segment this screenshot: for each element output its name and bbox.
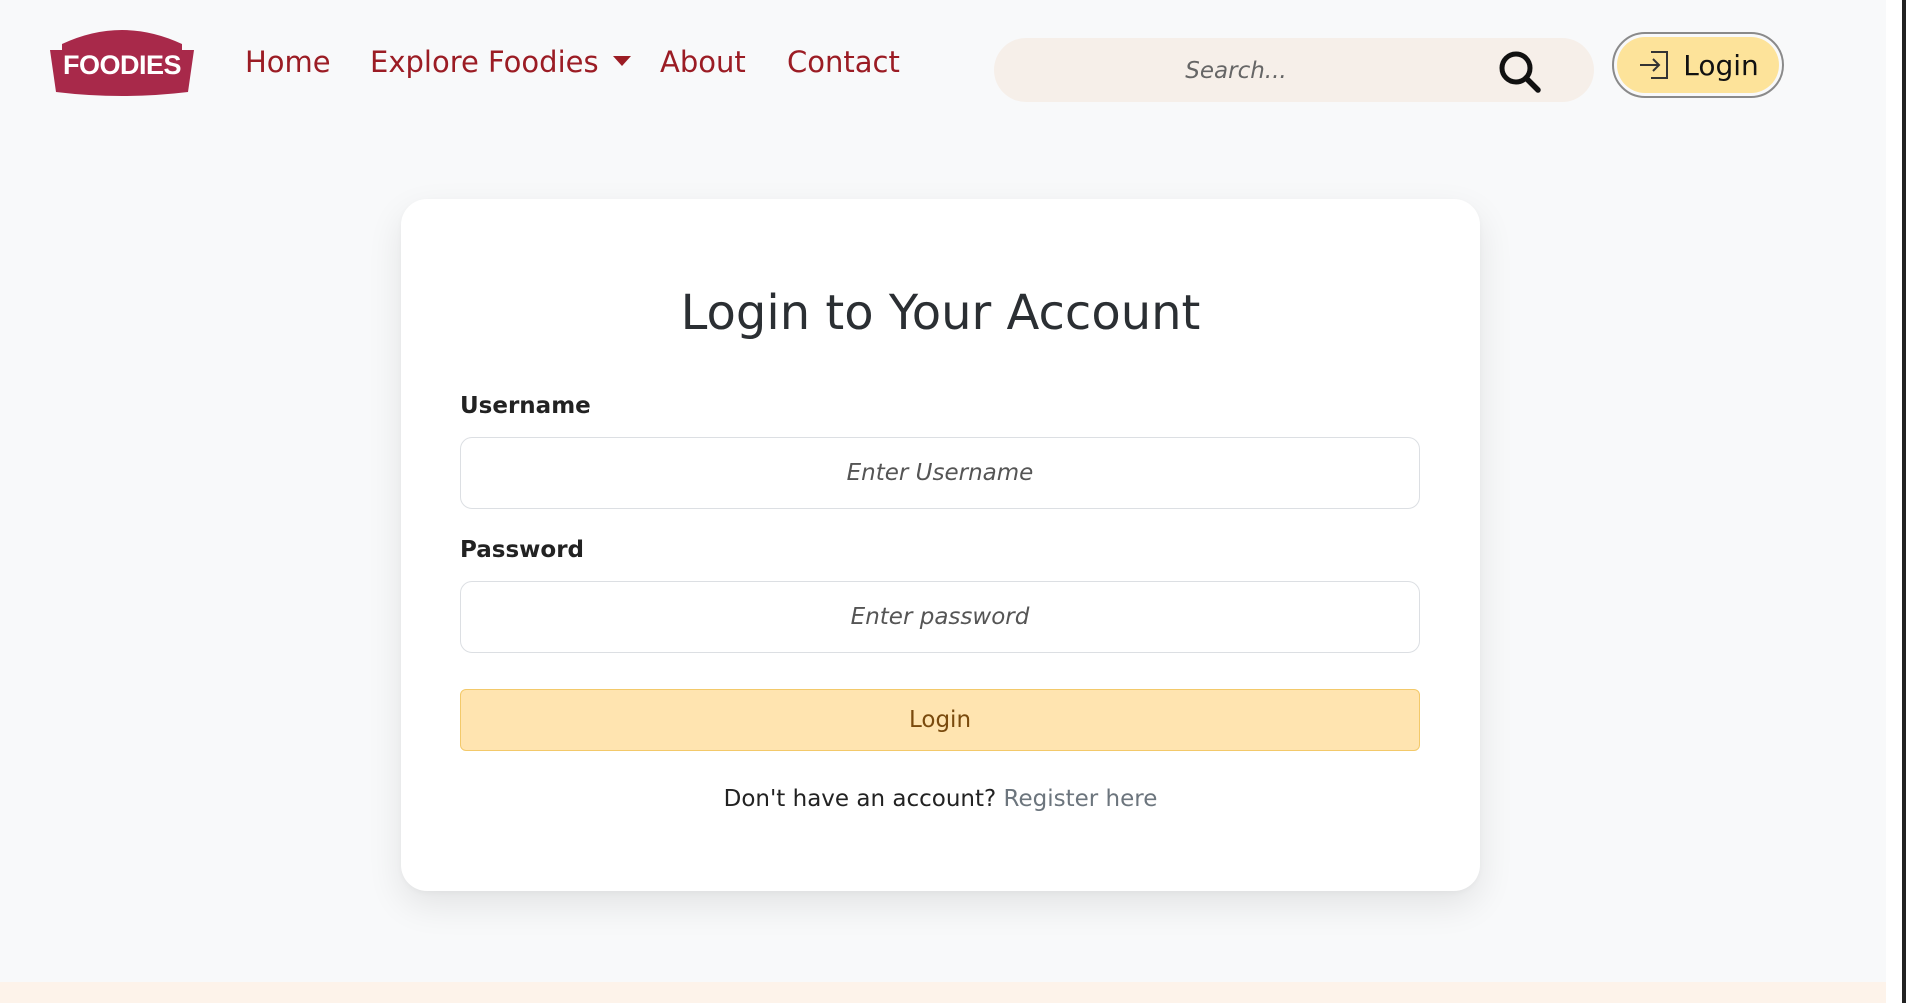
caret-down-icon	[612, 56, 631, 66]
window-edge	[1902, 0, 1906, 1003]
header-login-button-fill: Login	[1617, 37, 1779, 93]
search-input[interactable]	[1014, 38, 1458, 104]
password-label: Password	[460, 537, 584, 563]
logo-text: FOODIES	[63, 50, 181, 80]
search-bar	[994, 38, 1594, 104]
header-login-button[interactable]: Login	[1612, 32, 1784, 98]
login-submit-button[interactable]: Login	[460, 689, 1420, 751]
footer-band	[0, 982, 1886, 1003]
navbar: FOODIES Home Explore Foodies About Conta…	[0, 0, 1906, 135]
search-icon	[1499, 51, 1541, 93]
nav-explore-dropdown[interactable]: Explore Foodies	[370, 45, 631, 79]
login-card: Login to Your Account Username Password …	[401, 199, 1480, 891]
username-label: Username	[460, 393, 591, 419]
password-input[interactable]	[460, 581, 1420, 653]
search-button[interactable]	[1496, 48, 1544, 96]
foodies-logo[interactable]: FOODIES	[48, 22, 196, 96]
register-prompt: Don't have an account? Register here	[401, 786, 1480, 812]
login-icon	[1640, 51, 1669, 79]
login-title: Login to Your Account	[680, 285, 1201, 341]
nav-explore-label: Explore Foodies	[370, 45, 599, 79]
register-link[interactable]: Register here	[1004, 786, 1158, 812]
foodies-logo-icon: FOODIES	[50, 30, 194, 96]
header-login-label: Login	[1683, 48, 1759, 82]
nav-contact-link[interactable]: Contact	[787, 45, 900, 79]
nav-about-link[interactable]: About	[660, 45, 746, 79]
username-input[interactable]	[460, 437, 1420, 509]
register-prompt-text: Don't have an account?	[723, 786, 997, 812]
nav-home-link[interactable]: Home	[245, 45, 331, 79]
